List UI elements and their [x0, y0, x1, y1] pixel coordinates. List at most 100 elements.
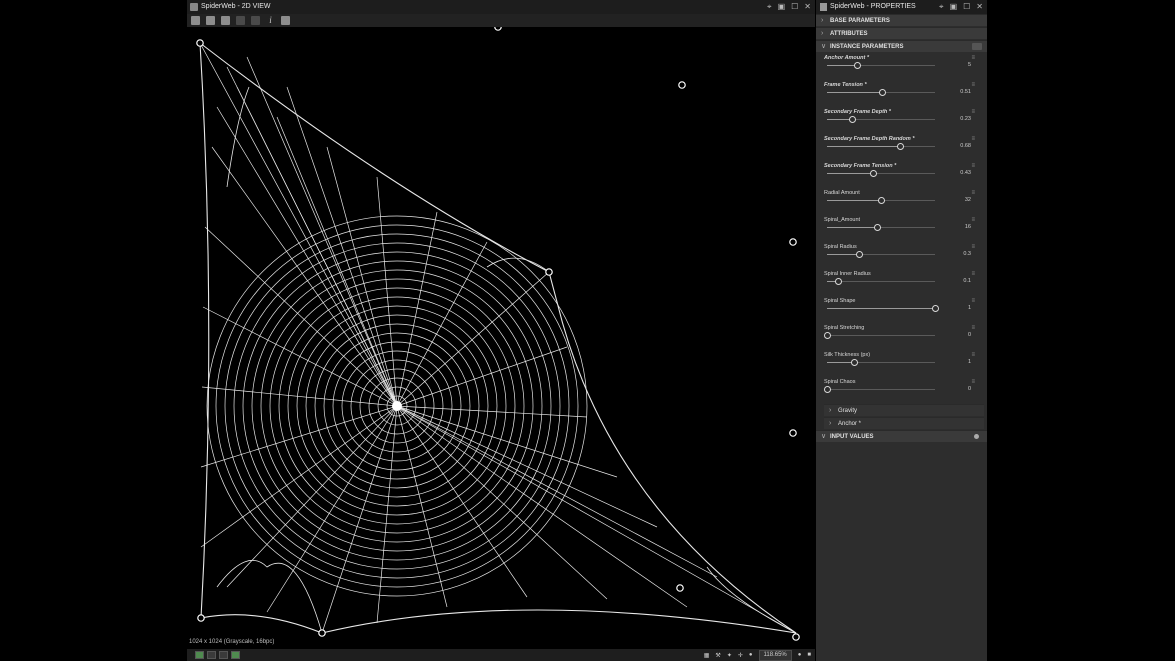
copy-icon[interactable]	[221, 16, 230, 25]
param-slider-handle[interactable]	[834, 278, 842, 285]
zoom-in-icon[interactable]: ●	[798, 652, 802, 658]
section-input-values[interactable]: ∨ INPUT VALUES	[816, 430, 987, 442]
properties-window-controls: ⌖ ▣ ☐ ✕	[939, 0, 983, 14]
param-slider-handle[interactable]	[848, 116, 856, 123]
channel-color-button[interactable]	[231, 651, 240, 659]
section-base-parameters[interactable]: › BASE PARAMETERS	[816, 14, 987, 26]
param-value[interactable]: 0.51	[960, 89, 971, 95]
param-slider-handle[interactable]	[879, 89, 887, 96]
param-slider[interactable]	[824, 386, 935, 393]
param-slider[interactable]	[827, 116, 935, 123]
param-slider[interactable]	[827, 170, 935, 177]
param-value[interactable]: 32	[965, 197, 971, 203]
param-value[interactable]: 0.1	[963, 278, 971, 284]
2d-view-titlebar[interactable]: SpiderWeb - 2D VIEW ⌖ ▣ ☐ ✕	[187, 0, 815, 14]
param-value[interactable]: 5	[968, 62, 971, 68]
param-value[interactable]: 1	[968, 305, 971, 311]
section-label: INSTANCE PARAMETERS	[830, 44, 904, 50]
param-label: Anchor Amount *	[824, 55, 870, 61]
param-value[interactable]: 0	[968, 332, 971, 338]
param-slider[interactable]	[827, 62, 935, 69]
lock-icon[interactable]: ■	[807, 652, 811, 658]
tool-icon[interactable]: ⚒	[715, 652, 720, 659]
param-value[interactable]: 1	[968, 359, 971, 365]
param-slider-handle[interactable]	[851, 359, 858, 366]
crosshair-icon[interactable]: ✛	[738, 652, 743, 659]
param-slider-handle[interactable]	[854, 62, 862, 69]
param-slider-handle[interactable]	[824, 332, 831, 339]
grid-icon[interactable]: ▦	[704, 652, 710, 659]
anchor-handle	[789, 238, 797, 246]
param-slider[interactable]	[827, 278, 935, 285]
param-options-icon[interactable]: ≡	[971, 190, 975, 196]
export-icon[interactable]	[191, 16, 200, 25]
close-icon[interactable]: ✕	[804, 0, 811, 14]
layers-icon[interactable]	[195, 651, 204, 659]
param-row: Spiral Inner Radius ≡ 0.1	[816, 270, 987, 297]
section-gravity[interactable]: › Gravity	[824, 404, 984, 416]
section-attributes[interactable]: › ATTRIBUTES	[816, 27, 987, 39]
options-icon[interactable]	[972, 43, 982, 50]
param-options-icon[interactable]: ≡	[971, 136, 975, 142]
section-instance-parameters[interactable]: ∨ INSTANCE PARAMETERS	[816, 40, 987, 52]
param-options-icon[interactable]: ≡	[971, 298, 975, 304]
param-options-icon[interactable]: ≡	[971, 109, 975, 115]
param-options-icon[interactable]: ≡	[971, 82, 975, 88]
param-value[interactable]: 0.23	[960, 116, 971, 122]
channel-gray-button[interactable]	[219, 651, 228, 659]
param-slider[interactable]	[827, 251, 935, 258]
param-slider[interactable]	[827, 143, 935, 150]
zoom-level[interactable]: 118.65%	[758, 649, 792, 661]
param-slider[interactable]	[827, 224, 935, 231]
web-secondary-frame	[706, 566, 797, 634]
param-slider-handle[interactable]	[856, 251, 864, 258]
maximize-icon[interactable]: ☐	[963, 0, 970, 14]
checker-icon[interactable]	[251, 16, 260, 25]
param-value[interactable]: 0.43	[960, 170, 971, 176]
maximize-icon[interactable]: ☐	[791, 0, 798, 14]
web-radial-thread	[396, 271, 550, 407]
paste-icon[interactable]	[236, 16, 245, 25]
param-slider-handle[interactable]	[897, 143, 905, 150]
param-slider-handle[interactable]	[873, 224, 881, 231]
restore-icon[interactable]: ▣	[778, 0, 786, 14]
param-value[interactable]: 0.68	[960, 143, 971, 149]
pin-icon[interactable]: ⌖	[939, 0, 944, 14]
param-slider-handle[interactable]	[824, 386, 831, 393]
param-slider-handle[interactable]	[870, 170, 878, 177]
param-options-icon[interactable]: ≡	[971, 271, 975, 277]
info-icon[interactable]: i	[266, 16, 275, 25]
param-options-icon[interactable]: ≡	[971, 325, 975, 331]
param-slider[interactable]	[824, 332, 935, 339]
close-icon[interactable]: ✕	[976, 0, 983, 14]
param-slider[interactable]	[827, 89, 935, 96]
param-slider[interactable]	[827, 359, 935, 366]
param-options-icon[interactable]: ≡	[971, 55, 975, 61]
param-options-icon[interactable]: ≡	[971, 379, 975, 385]
pin-icon[interactable]: ⌖	[767, 0, 772, 14]
image-info: 1024 x 1024 (Grayscale, 16bpc)	[189, 639, 275, 645]
2d-viewport[interactable]	[187, 27, 810, 649]
histogram-icon[interactable]	[281, 16, 290, 25]
param-options-icon[interactable]: ≡	[971, 163, 975, 169]
param-options-icon[interactable]: ≡	[971, 352, 975, 358]
param-row: Spiral Shape ≡ 1	[816, 297, 987, 324]
param-value[interactable]: 0	[968, 386, 971, 392]
param-slider-handle[interactable]	[932, 305, 939, 312]
param-slider[interactable]	[827, 305, 939, 312]
param-options-icon[interactable]: ≡	[971, 244, 975, 250]
restore-icon[interactable]: ▣	[950, 0, 958, 14]
param-options-icon[interactable]: ≡	[971, 217, 975, 223]
save-icon[interactable]	[206, 16, 215, 25]
section-anchor[interactable]: › Anchor *	[824, 417, 984, 429]
channel-black-button[interactable]	[207, 651, 216, 659]
param-slider[interactable]	[827, 197, 935, 204]
param-slider-handle[interactable]	[878, 197, 885, 204]
fit-icon[interactable]: ✦	[727, 652, 732, 659]
anchor-handle	[676, 584, 684, 592]
param-value[interactable]: 16	[965, 224, 971, 230]
gear-icon[interactable]	[974, 434, 979, 439]
properties-titlebar[interactable]: SpiderWeb - PROPERTIES ⌖ ▣ ☐ ✕	[816, 0, 987, 14]
zoom-out-icon[interactable]: ●	[749, 652, 753, 658]
param-value[interactable]: 0.3	[963, 251, 971, 257]
